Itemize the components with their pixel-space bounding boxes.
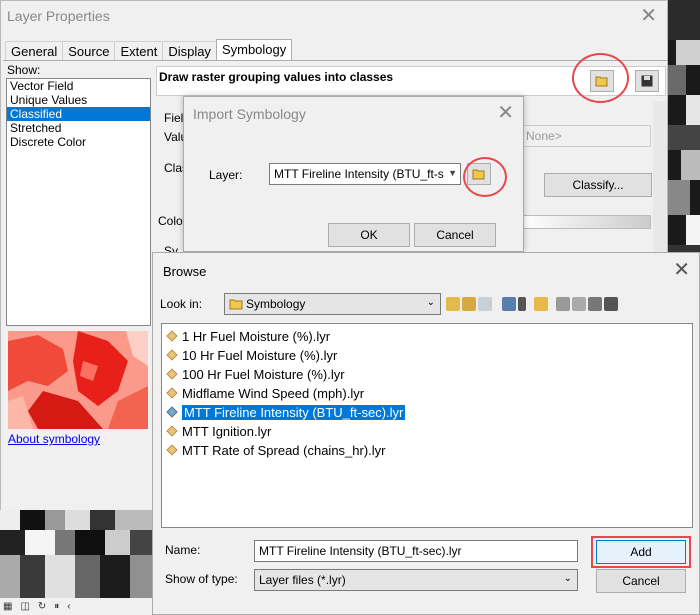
list-item-stretched[interactable]: Stretched <box>7 121 150 135</box>
tab-extent[interactable]: Extent <box>114 41 164 61</box>
dialog-title: Browse <box>163 264 207 279</box>
tab-symbology[interactable]: Symbology <box>215 39 293 61</box>
layer-select[interactable]: MTT Fireline Intensity (BTU_ft-s ▼ <box>269 163 461 185</box>
list-item-discrete-color[interactable]: Discrete Color <box>7 135 150 149</box>
close-icon[interactable]: ✕ <box>497 100 514 125</box>
highlight-circle <box>572 53 629 103</box>
list-item-vector-field[interactable]: Vector Field <box>7 79 150 93</box>
pause-icon[interactable]: ⏸ <box>54 601 59 612</box>
chevron-down-icon: ⌄ <box>563 573 572 584</box>
layer-file-icon <box>166 349 178 361</box>
home-icon[interactable] <box>462 297 476 311</box>
tab-general[interactable]: General <box>5 41 64 61</box>
view-list-icon[interactable] <box>502 297 516 311</box>
close-icon[interactable]: ✕ <box>640 3 657 28</box>
layer-file-icon <box>166 406 178 418</box>
tab-display[interactable]: Display <box>162 41 217 61</box>
raster-map-edge <box>666 0 700 280</box>
about-symbology-link[interactable]: About symbology <box>8 432 100 446</box>
layer-select-value: MTT Fireline Intensity (BTU_ft-s <box>274 167 444 181</box>
file-name: 1 Hr Fuel Moisture (%).lyr <box>182 328 331 344</box>
chevron-down-icon[interactable] <box>518 297 526 311</box>
list-item-classified[interactable]: Classified <box>7 107 150 121</box>
connect-folder-icon[interactable] <box>478 297 492 311</box>
file-name: MTT Fireline Intensity (BTU_ft-sec).lyr <box>182 404 406 420</box>
layer-file-icon <box>166 444 178 456</box>
highlight-rect <box>591 536 691 568</box>
layer-file-icon <box>166 368 178 380</box>
type-label: Show of type: <box>165 572 238 586</box>
color-ramp-select[interactable] <box>519 215 651 229</box>
classify-button[interactable]: Classify... <box>544 173 652 197</box>
list-item[interactable]: 1 Hr Fuel Moisture (%).lyr <box>166 328 330 344</box>
normalization-value: None> <box>526 129 562 143</box>
close-icon[interactable]: ✕ <box>673 257 690 282</box>
normalization-select[interactable]: None> <box>519 125 651 147</box>
file-name: 10 Hr Fuel Moisture (%).lyr <box>182 347 338 363</box>
name-label: Name: <box>165 543 201 557</box>
chevron-down-icon: ▼ <box>448 168 457 178</box>
symbology-preview-image <box>8 331 148 429</box>
up-one-level-icon[interactable] <box>446 297 460 311</box>
chevron-down-icon: ⌄ <box>426 297 435 308</box>
chevron-left-icon[interactable]: ‹ <box>67 601 70 612</box>
raster-map-bottom <box>0 510 155 600</box>
import-symbology-dialog: Import Symbology ✕ Layer: MTT Fireline I… <box>183 96 524 252</box>
file-name: Midflame Wind Speed (mph).lyr <box>182 385 365 401</box>
name-field[interactable]: MTT Fireline Intensity (BTU_ft-sec).lyr <box>254 540 578 562</box>
layer-file-icon <box>166 425 178 437</box>
file-name: MTT Rate of Spread (chains_hr).lyr <box>182 442 386 458</box>
layer-file-icon <box>166 330 178 342</box>
layer-label: Layer: <box>209 168 243 182</box>
map-statusbar: ▦ ◫ ↻ ⏸ ‹ <box>0 598 152 615</box>
file-name: 100 Hr Fuel Moisture (%).lyr <box>182 366 345 382</box>
look-in-select[interactable]: Symbology ⌄ <box>224 293 441 315</box>
vertical-scrollbar[interactable] <box>653 101 667 271</box>
browse-toolbar <box>446 293 618 315</box>
save-icon <box>641 75 653 87</box>
cancel-button[interactable]: Cancel <box>596 569 686 593</box>
window-title: Layer Properties <box>7 8 110 24</box>
catalog-icon[interactable] <box>556 297 570 311</box>
cancel-button[interactable]: Cancel <box>414 223 496 247</box>
layout-view-icon[interactable]: ▦ <box>3 601 12 612</box>
browse-dialog: Browse ✕ Look in: Symbology ⌄ 1 Hr Fuel … <box>152 252 700 615</box>
list-item[interactable]: MTT Rate of Spread (chains_hr).lyr <box>166 442 386 458</box>
file-type-value: Layer files (*.lyr) <box>259 573 346 587</box>
renderer-list: Vector Field Unique Values Classified St… <box>6 78 151 326</box>
refresh-icon[interactable]: ↻ <box>38 601 46 612</box>
renderer-heading: Draw raster grouping values into classes <box>159 70 394 84</box>
dialog-title: Import Symbology <box>193 106 306 122</box>
tab-strip: General Source Extent Display Symbology <box>5 39 293 61</box>
database-icon[interactable] <box>588 297 602 311</box>
cube-icon[interactable] <box>604 297 618 311</box>
list-item[interactable]: Midflame Wind Speed (mph).lyr <box>166 385 364 401</box>
list-item[interactable]: 10 Hr Fuel Moisture (%).lyr <box>166 347 337 363</box>
show-label: Show: <box>7 63 41 77</box>
data-view-icon[interactable]: ◫ <box>20 601 29 612</box>
list-item-selected[interactable]: MTT Fireline Intensity (BTU_ft-sec).lyr <box>166 404 406 420</box>
list-item-unique-values[interactable]: Unique Values <box>7 93 150 107</box>
file-name: MTT Ignition.lyr <box>182 423 272 439</box>
new-folder-icon[interactable] <box>534 297 548 311</box>
look-in-value: Symbology <box>246 297 306 311</box>
ok-button[interactable]: OK <box>328 223 410 247</box>
tab-source[interactable]: Source <box>62 41 116 61</box>
list-item[interactable]: MTT Ignition.lyr <box>166 423 271 439</box>
list-item[interactable]: 100 Hr Fuel Moisture (%).lyr <box>166 366 345 382</box>
save-button[interactable] <box>635 70 659 92</box>
folder-icon <box>229 299 243 310</box>
look-in-label: Look in: <box>160 297 203 311</box>
file-type-select[interactable]: Layer files (*.lyr) ⌄ <box>254 569 578 591</box>
file-list: 1 Hr Fuel Moisture (%).lyr 10 Hr Fuel Mo… <box>161 323 693 528</box>
layer-file-icon <box>166 387 178 399</box>
highlight-circle <box>463 157 507 197</box>
copy-icon[interactable] <box>572 297 586 311</box>
